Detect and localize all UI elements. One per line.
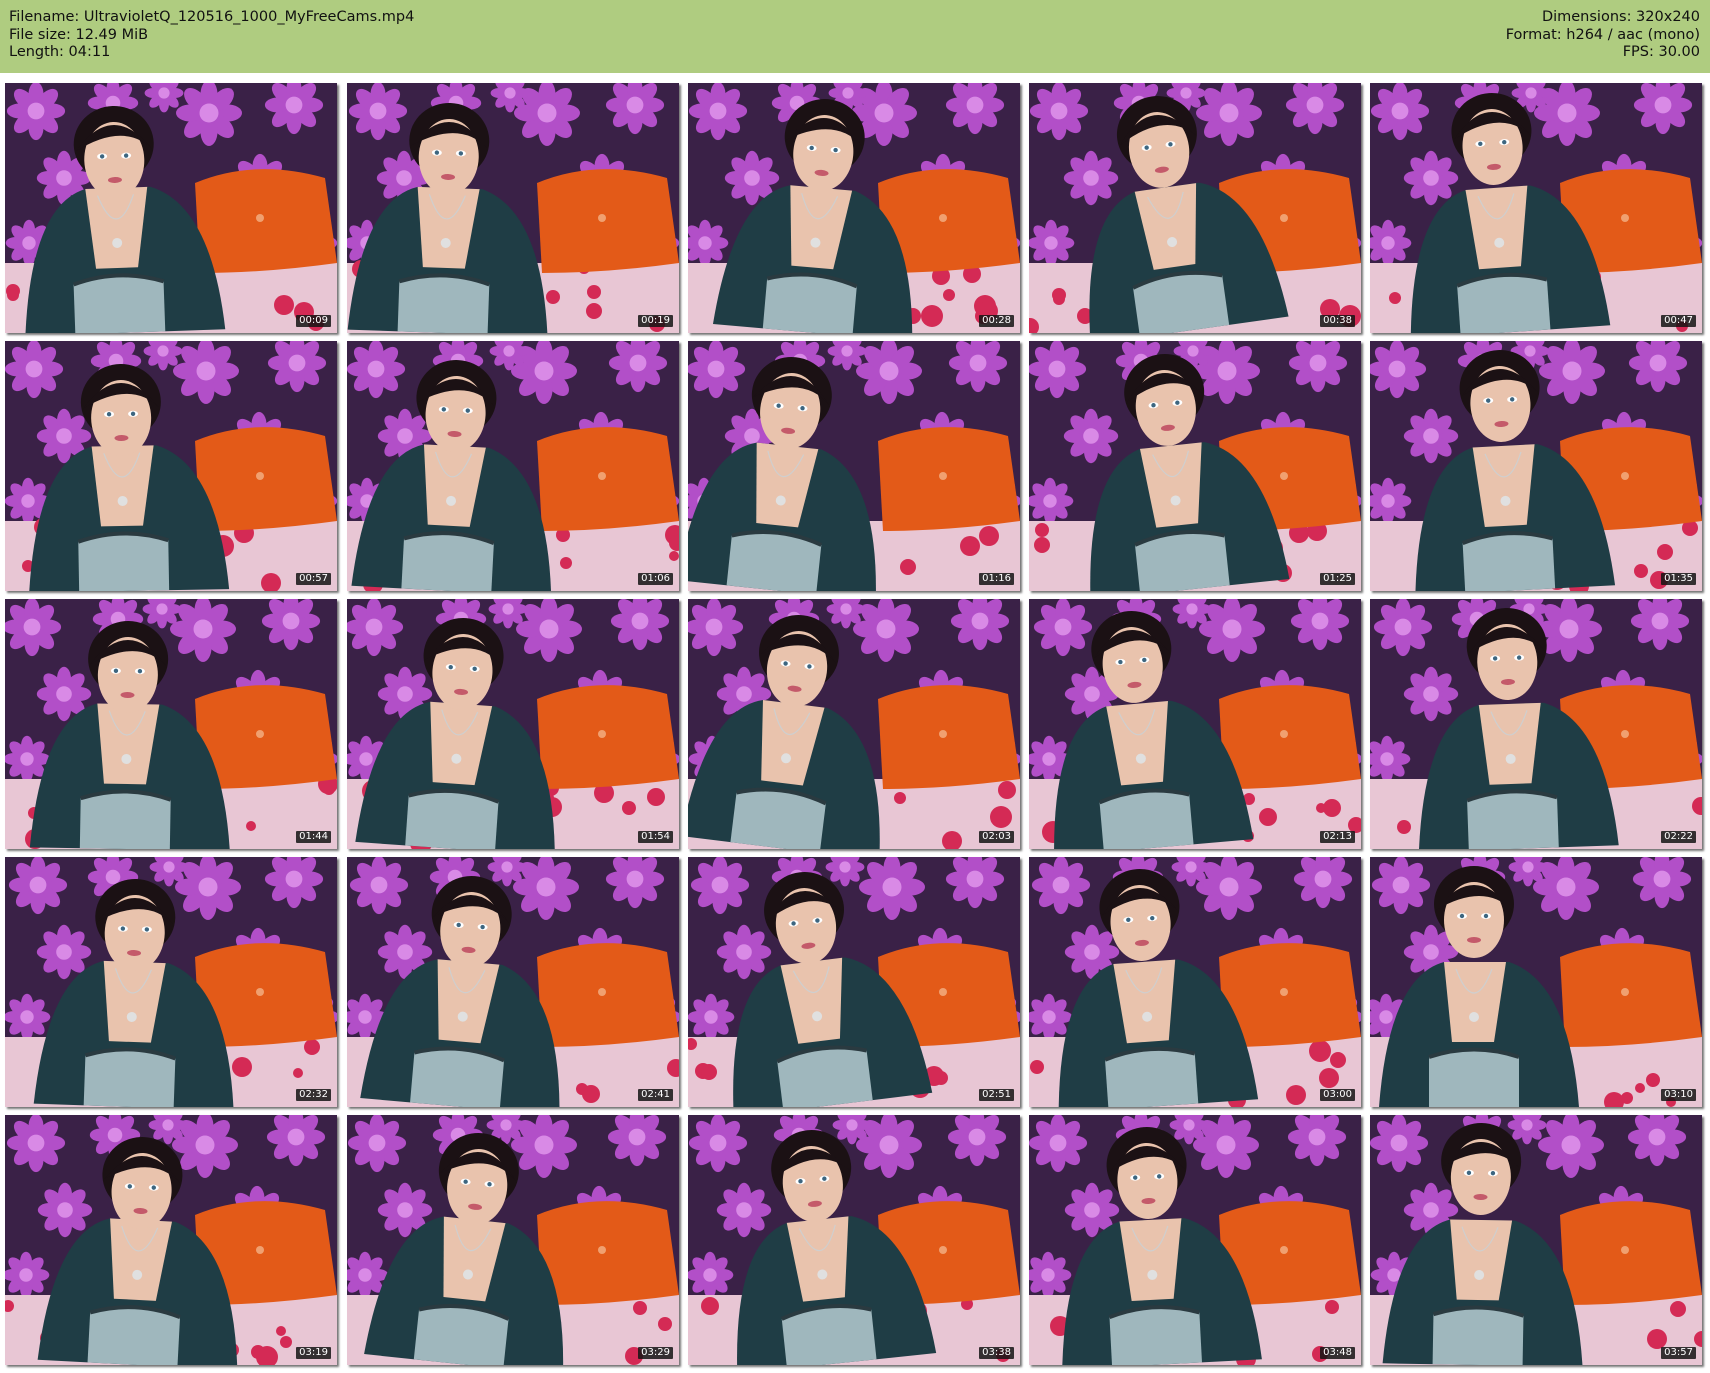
thumbnail-timestamp: 00:19 (638, 315, 673, 327)
video-thumbnail[interactable]: 00:19 (347, 83, 679, 333)
thumbnail-timestamp: 03:10 (1661, 1089, 1696, 1101)
video-frame-image (688, 83, 1020, 333)
thumbnail-timestamp: 00:38 (1320, 315, 1355, 327)
video-frame-image (688, 1115, 1020, 1365)
video-frame-image (1029, 1115, 1361, 1365)
video-thumbnail[interactable]: 03:57 (1370, 1115, 1702, 1365)
thumbnail-timestamp: 01:06 (638, 573, 673, 585)
video-frame-image (1370, 83, 1702, 333)
thumbnail-timestamp: 02:41 (638, 1089, 673, 1101)
video-thumbnail[interactable]: 03:19 (5, 1115, 337, 1365)
video-frame-image (5, 857, 337, 1107)
thumbnail-timestamp: 02:22 (1661, 831, 1696, 843)
video-thumbnail[interactable]: 01:16 (688, 341, 1020, 591)
video-frame-image (5, 341, 337, 591)
thumbnail-timestamp: 00:47 (1661, 315, 1696, 327)
video-frame-image (1370, 341, 1702, 591)
video-thumbnail[interactable]: 02:13 (1029, 599, 1361, 849)
thumbnail-timestamp: 02:51 (979, 1089, 1014, 1101)
video-frame-image (1029, 341, 1361, 591)
video-frame-image (347, 83, 679, 333)
video-thumbnail[interactable]: 00:57 (5, 341, 337, 591)
video-frame-image (5, 83, 337, 333)
thumbnail-timestamp: 03:57 (1661, 1347, 1696, 1359)
thumbnail-timestamp: 00:09 (296, 315, 331, 327)
video-thumbnail[interactable]: 00:28 (688, 83, 1020, 333)
video-thumbnail[interactable]: 02:22 (1370, 599, 1702, 849)
thumbnail-timestamp: 02:03 (979, 831, 1014, 843)
video-thumbnail[interactable]: 03:48 (1029, 1115, 1361, 1365)
video-frame-image (1029, 857, 1361, 1107)
thumbnail-timestamp: 03:19 (296, 1347, 331, 1359)
video-frame-image (688, 341, 1020, 591)
video-frame-image (1029, 599, 1361, 849)
thumbnail-timestamp: 00:57 (296, 573, 331, 585)
video-frame-image (5, 1115, 337, 1365)
video-thumbnail[interactable]: 03:29 (347, 1115, 679, 1365)
thumbnail-timestamp: 01:44 (296, 831, 331, 843)
video-thumbnail[interactable]: 00:47 (1370, 83, 1702, 333)
video-frame-image (1029, 83, 1361, 333)
video-frame-image (5, 599, 337, 849)
thumbnail-timestamp: 01:54 (638, 831, 673, 843)
thumbnail-timestamp: 02:32 (296, 1089, 331, 1101)
thumbnail-timestamp: 03:38 (979, 1347, 1014, 1359)
thumbnail-timestamp: 03:48 (1320, 1347, 1355, 1359)
video-thumbnail[interactable]: 02:32 (5, 857, 337, 1107)
video-frame-image (688, 599, 1020, 849)
video-frame-image (347, 341, 679, 591)
video-frame-image (1370, 1115, 1702, 1365)
video-thumbnail[interactable]: 00:38 (1029, 83, 1361, 333)
video-thumbnail[interactable]: 01:25 (1029, 341, 1361, 591)
video-thumbnail[interactable]: 00:09 (5, 83, 337, 333)
thumbnail-timestamp: 01:35 (1661, 573, 1696, 585)
thumbnail-timestamp: 01:16 (979, 573, 1014, 585)
video-thumbnail[interactable]: 02:41 (347, 857, 679, 1107)
thumbnail-timestamp: 02:13 (1320, 831, 1355, 843)
thumbnail-timestamp: 00:28 (979, 315, 1014, 327)
thumbnail-timestamp: 03:29 (638, 1347, 673, 1359)
thumbnail-grid: 00:09 00:19 00:28 00:38 00:47 00:57 01:06 01:16… (0, 0, 1710, 1373)
video-frame-image (347, 1115, 679, 1365)
video-thumbnail[interactable]: 01:35 (1370, 341, 1702, 591)
video-thumbnail[interactable]: 01:54 (347, 599, 679, 849)
video-thumbnail[interactable]: 01:06 (347, 341, 679, 591)
thumbnail-timestamp: 01:25 (1320, 573, 1355, 585)
video-frame-image (1370, 857, 1702, 1107)
video-frame-image (1370, 599, 1702, 849)
video-frame-image (347, 857, 679, 1107)
video-frame-image (688, 857, 1020, 1107)
video-frame-image (347, 599, 679, 849)
video-thumbnail[interactable]: 03:00 (1029, 857, 1361, 1107)
video-thumbnail[interactable]: 01:44 (5, 599, 337, 849)
video-thumbnail[interactable]: 03:10 (1370, 857, 1702, 1107)
video-thumbnail[interactable]: 02:03 (688, 599, 1020, 849)
video-thumbnail[interactable]: 03:38 (688, 1115, 1020, 1365)
thumbnail-timestamp: 03:00 (1320, 1089, 1355, 1101)
video-thumbnail[interactable]: 02:51 (688, 857, 1020, 1107)
